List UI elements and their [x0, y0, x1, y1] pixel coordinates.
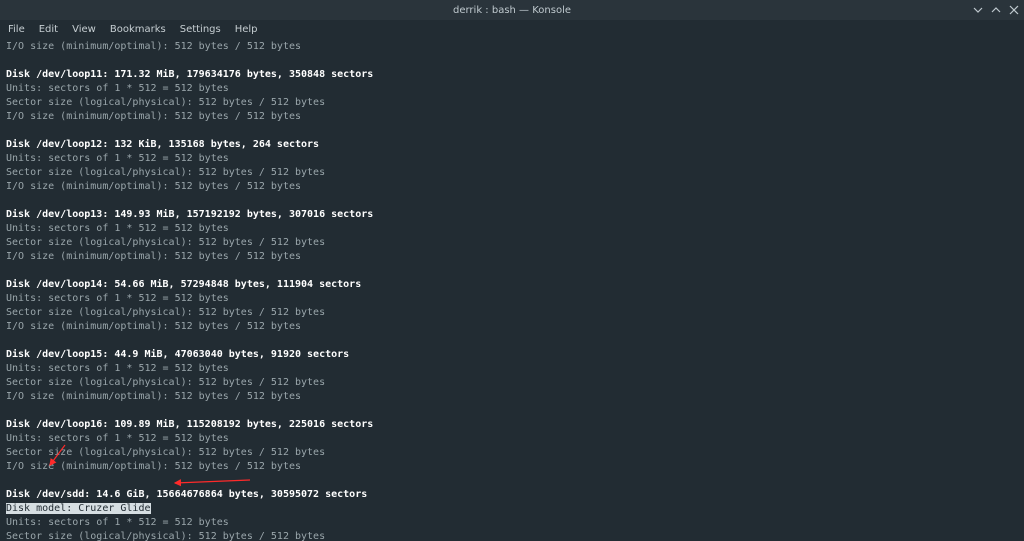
disk-block: Disk /dev/loop16: 109.89 MiB, 115208192 …	[6, 418, 1018, 474]
disk-io: I/O size (minimum/optimal): 512 bytes / …	[6, 180, 1018, 194]
disk-sector: Sector size (logical/physical): 512 byte…	[6, 166, 1018, 180]
menu-settings[interactable]: Settings	[180, 24, 221, 35]
disk-units: Units: sectors of 1 * 512 = 512 bytes	[6, 292, 1018, 306]
disk-sector: Sector size (logical/physical): 512 byte…	[6, 446, 1018, 460]
disk-block: Disk /dev/loop12: 132 KiB, 135168 bytes,…	[6, 138, 1018, 194]
disk-header: Disk /dev/loop11: 171.32 MiB, 179634176 …	[6, 68, 1018, 82]
titlebar: derrik : bash — Konsole	[0, 0, 1024, 20]
disk-header: Disk /dev/loop12: 132 KiB, 135168 bytes,…	[6, 138, 1018, 152]
disk-header: Disk /dev/sdd: 14.6 GiB, 15664676864 byt…	[6, 488, 1018, 502]
menu-help[interactable]: Help	[235, 24, 258, 35]
disk-header: Disk /dev/loop14: 54.66 MiB, 57294848 by…	[6, 278, 1018, 292]
disk-units: Units: sectors of 1 * 512 = 512 bytes	[6, 152, 1018, 166]
disk-units: Units: sectors of 1 * 512 = 512 bytes	[6, 82, 1018, 96]
close-icon	[1009, 5, 1019, 15]
disk-units: Units: sectors of 1 * 512 = 512 bytes	[6, 516, 1018, 530]
disk-model-highlight: Disk model: Cruzer Glide	[6, 503, 151, 514]
menubar: File Edit View Bookmarks Settings Help	[0, 20, 1024, 38]
disk-sector: Sector size (logical/physical): 512 byte…	[6, 236, 1018, 250]
disk-sector: Sector size (logical/physical): 512 byte…	[6, 306, 1018, 320]
disk-units: Units: sectors of 1 * 512 = 512 bytes	[6, 432, 1018, 446]
disk-sector: Sector size (logical/physical): 512 byte…	[6, 376, 1018, 390]
disk-header: Disk /dev/loop16: 109.89 MiB, 115208192 …	[6, 418, 1018, 432]
disk-io: I/O size (minimum/optimal): 512 bytes / …	[6, 110, 1018, 124]
terminal-output[interactable]: I/O size (minimum/optimal): 512 bytes / …	[0, 38, 1024, 541]
menu-file[interactable]: File	[8, 24, 25, 35]
disk-io: I/O size (minimum/optimal): 512 bytes / …	[6, 460, 1018, 474]
disk-io: I/O size (minimum/optimal): 512 bytes / …	[6, 320, 1018, 334]
close-button[interactable]	[1008, 4, 1020, 16]
chevron-up-icon	[991, 5, 1001, 15]
disk-header: Disk /dev/loop15: 44.9 MiB, 47063040 byt…	[6, 348, 1018, 362]
menu-bookmarks[interactable]: Bookmarks	[110, 24, 166, 35]
disk-block: Disk /dev/loop15: 44.9 MiB, 47063040 byt…	[6, 348, 1018, 404]
disk-sector: Sector size (logical/physical): 512 byte…	[6, 530, 1018, 541]
disk-io: I/O size (minimum/optimal): 512 bytes / …	[6, 390, 1018, 404]
disk-units: Units: sectors of 1 * 512 = 512 bytes	[6, 222, 1018, 236]
top-io-line: I/O size (minimum/optimal): 512 bytes / …	[6, 40, 1018, 54]
window-title: derrik : bash — Konsole	[0, 5, 1024, 16]
disk-block: Disk /dev/loop14: 54.66 MiB, 57294848 by…	[6, 278, 1018, 334]
menu-view[interactable]: View	[72, 24, 96, 35]
minimize-button[interactable]	[972, 4, 984, 16]
disk-units: Units: sectors of 1 * 512 = 512 bytes	[6, 362, 1018, 376]
disk-block: Disk /dev/loop11: 171.32 MiB, 179634176 …	[6, 68, 1018, 124]
disk-sector: Sector size (logical/physical): 512 byte…	[6, 96, 1018, 110]
maximize-button[interactable]	[990, 4, 1002, 16]
disk-model-line: Disk model: Cruzer Glide	[6, 502, 1018, 516]
window-controls	[972, 0, 1020, 20]
chevron-down-icon	[973, 5, 983, 15]
disk-block: Disk /dev/loop13: 149.93 MiB, 157192192 …	[6, 208, 1018, 264]
disk-header: Disk /dev/loop13: 149.93 MiB, 157192192 …	[6, 208, 1018, 222]
disk-io: I/O size (minimum/optimal): 512 bytes / …	[6, 250, 1018, 264]
disk-sdd-block: Disk /dev/sdd: 14.6 GiB, 15664676864 byt…	[6, 488, 1018, 541]
menu-edit[interactable]: Edit	[39, 24, 58, 35]
